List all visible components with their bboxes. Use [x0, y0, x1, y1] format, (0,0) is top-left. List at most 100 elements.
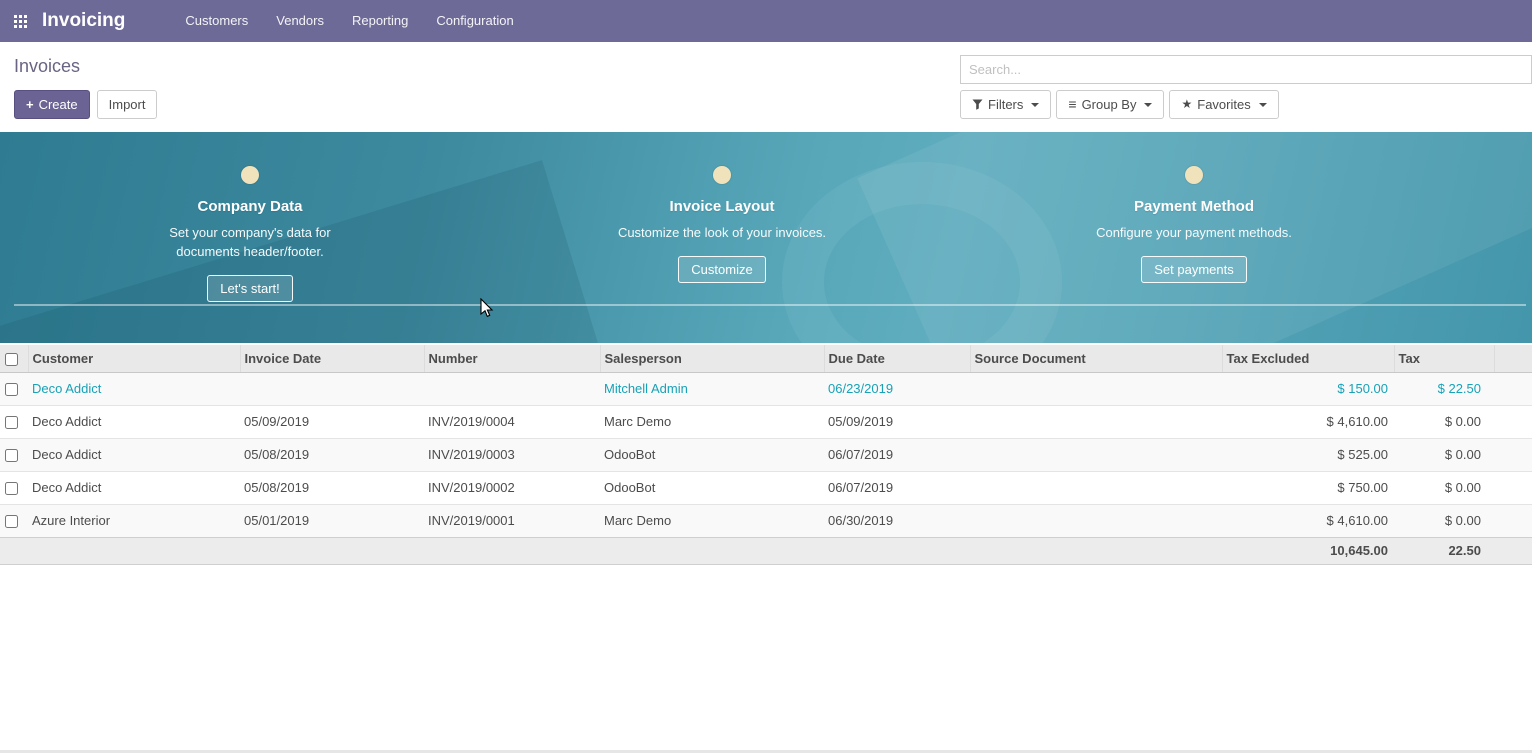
cell-salesperson: Marc Demo: [600, 405, 824, 438]
set-payments-button[interactable]: Set payments: [1141, 256, 1247, 283]
col-tax-excluded[interactable]: Tax Excluded: [1222, 345, 1394, 372]
cell-customer: Deco Addict: [28, 405, 240, 438]
col-tax[interactable]: Tax: [1394, 345, 1494, 372]
cell-tax: $ 0.00: [1394, 504, 1494, 537]
col-invoice-date[interactable]: Invoice Date: [240, 345, 424, 372]
cell-source-document: [970, 471, 1222, 504]
step-dot: [241, 166, 259, 184]
onboarding-panel: Company Data Set your company's data for…: [0, 132, 1532, 343]
menu-reporting[interactable]: Reporting: [338, 0, 422, 42]
cell-due-date: 06/30/2019: [824, 504, 970, 537]
cell-due-date: 06/07/2019: [824, 471, 970, 504]
step-dot: [713, 166, 731, 184]
row-checkbox[interactable]: [5, 482, 18, 495]
step-title: Company Data: [197, 198, 302, 215]
row-checkbox[interactable]: [5, 383, 18, 396]
row-checkbox[interactable]: [5, 449, 18, 462]
menu-vendors[interactable]: Vendors: [262, 0, 338, 42]
cell-salesperson: Marc Demo: [600, 504, 824, 537]
header-spacer: [1494, 345, 1532, 372]
onboarding-step-company-data: Company Data Set your company's data for…: [14, 166, 486, 302]
filters-button-label: Filters: [988, 96, 1023, 113]
cell-customer: Azure Interior: [28, 504, 240, 537]
total-tax-excluded: 10,645.00: [1222, 537, 1394, 564]
cell-select: [0, 471, 28, 504]
invoice-row[interactable]: Deco Addict Mitchell Admin 06/23/2019 $ …: [0, 372, 1532, 405]
step-title: Payment Method: [1134, 198, 1254, 215]
cell-tax-excluded: $ 150.00: [1222, 372, 1394, 405]
cell-source-document: [970, 504, 1222, 537]
cell-tax: $ 0.00: [1394, 471, 1494, 504]
star-icon: ★: [1181, 96, 1192, 113]
invoice-row[interactable]: Deco Addict 05/08/2019 INV/2019/0003 Odo…: [0, 438, 1532, 471]
row-spacer: [1494, 372, 1532, 405]
company-data-button[interactable]: Let's start!: [207, 275, 293, 302]
col-number[interactable]: Number: [424, 345, 600, 372]
invoice-row[interactable]: Azure Interior 05/01/2019 INV/2019/0001 …: [0, 504, 1532, 537]
col-due-date[interactable]: Due Date: [824, 345, 970, 372]
cell-invoice-date: 05/08/2019: [240, 471, 424, 504]
cell-due-date: 06/23/2019: [824, 372, 970, 405]
customize-layout-button[interactable]: Customize: [678, 256, 765, 283]
cell-number: INV/2019/0001: [424, 504, 600, 537]
cell-due-date: 06/07/2019: [824, 438, 970, 471]
cell-customer: Deco Addict: [28, 471, 240, 504]
row-spacer: [1494, 405, 1532, 438]
app-title[interactable]: Invoicing: [42, 10, 125, 32]
step-dot: [1185, 166, 1203, 184]
col-customer[interactable]: Customer: [28, 345, 240, 372]
invoice-row[interactable]: Deco Addict 05/09/2019 INV/2019/0004 Mar…: [0, 405, 1532, 438]
invoice-table-body: Deco Addict Mitchell Admin 06/23/2019 $ …: [0, 372, 1532, 537]
group-by-button-label: Group By: [1082, 96, 1137, 113]
create-button[interactable]: + Create: [14, 90, 90, 119]
chevron-down-icon: [1259, 103, 1267, 107]
cell-tax-excluded: $ 4,610.00: [1222, 405, 1394, 438]
import-button-label: Import: [109, 96, 146, 113]
total-tax: 22.50: [1394, 537, 1494, 564]
cell-tax-excluded: $ 750.00: [1222, 471, 1394, 504]
page-title: Invoices: [14, 55, 157, 77]
filters-button[interactable]: Filters: [960, 90, 1051, 119]
step-description: Configure your payment methods.: [1096, 223, 1292, 242]
search-input[interactable]: [960, 55, 1532, 84]
cell-tax: $ 0.00: [1394, 405, 1494, 438]
chevron-down-icon: [1144, 103, 1152, 107]
cell-source-document: [970, 438, 1222, 471]
search-options-row: Filters ≡ Group By ★ Favorites: [960, 90, 1532, 119]
table-header-row: Customer Invoice Date Number Salesperson…: [0, 345, 1532, 372]
import-button[interactable]: Import: [97, 90, 158, 119]
favorites-button-label: Favorites: [1197, 96, 1250, 113]
cell-select: [0, 438, 28, 471]
cell-select: [0, 504, 28, 537]
filter-icon: [972, 99, 983, 110]
cell-number: INV/2019/0003: [424, 438, 600, 471]
select-all-checkbox[interactable]: [5, 353, 18, 366]
row-spacer: [1494, 471, 1532, 504]
row-spacer: [1494, 438, 1532, 471]
cell-customer: Deco Addict: [28, 438, 240, 471]
select-all-cell: [0, 345, 28, 372]
cell-salesperson: OdooBot: [600, 438, 824, 471]
top-navbar: Invoicing Customers Vendors Reporting Co…: [0, 0, 1532, 42]
group-by-button[interactable]: ≡ Group By: [1056, 90, 1164, 119]
cell-salesperson: OdooBot: [600, 471, 824, 504]
cell-tax: $ 0.00: [1394, 438, 1494, 471]
menu-customers[interactable]: Customers: [171, 0, 262, 42]
favorites-button[interactable]: ★ Favorites: [1169, 90, 1278, 119]
cell-invoice-date: 05/01/2019: [240, 504, 424, 537]
menu-configuration[interactable]: Configuration: [422, 0, 527, 42]
cell-number: [424, 372, 600, 405]
col-source-document[interactable]: Source Document: [970, 345, 1222, 372]
row-checkbox[interactable]: [5, 416, 18, 429]
control-panel: Invoices + Create Import Filters ≡ Grou: [0, 42, 1532, 131]
col-salesperson[interactable]: Salesperson: [600, 345, 824, 372]
cell-salesperson: Mitchell Admin: [600, 372, 824, 405]
step-description: Set your company's data for documents he…: [145, 223, 355, 261]
apps-menu-button[interactable]: [0, 0, 40, 42]
cell-select: [0, 372, 28, 405]
invoice-row[interactable]: Deco Addict 05/08/2019 INV/2019/0002 Odo…: [0, 471, 1532, 504]
cell-number: INV/2019/0004: [424, 405, 600, 438]
onboarding-progress-line: [14, 304, 1526, 306]
cell-customer: Deco Addict: [28, 372, 240, 405]
row-checkbox[interactable]: [5, 515, 18, 528]
